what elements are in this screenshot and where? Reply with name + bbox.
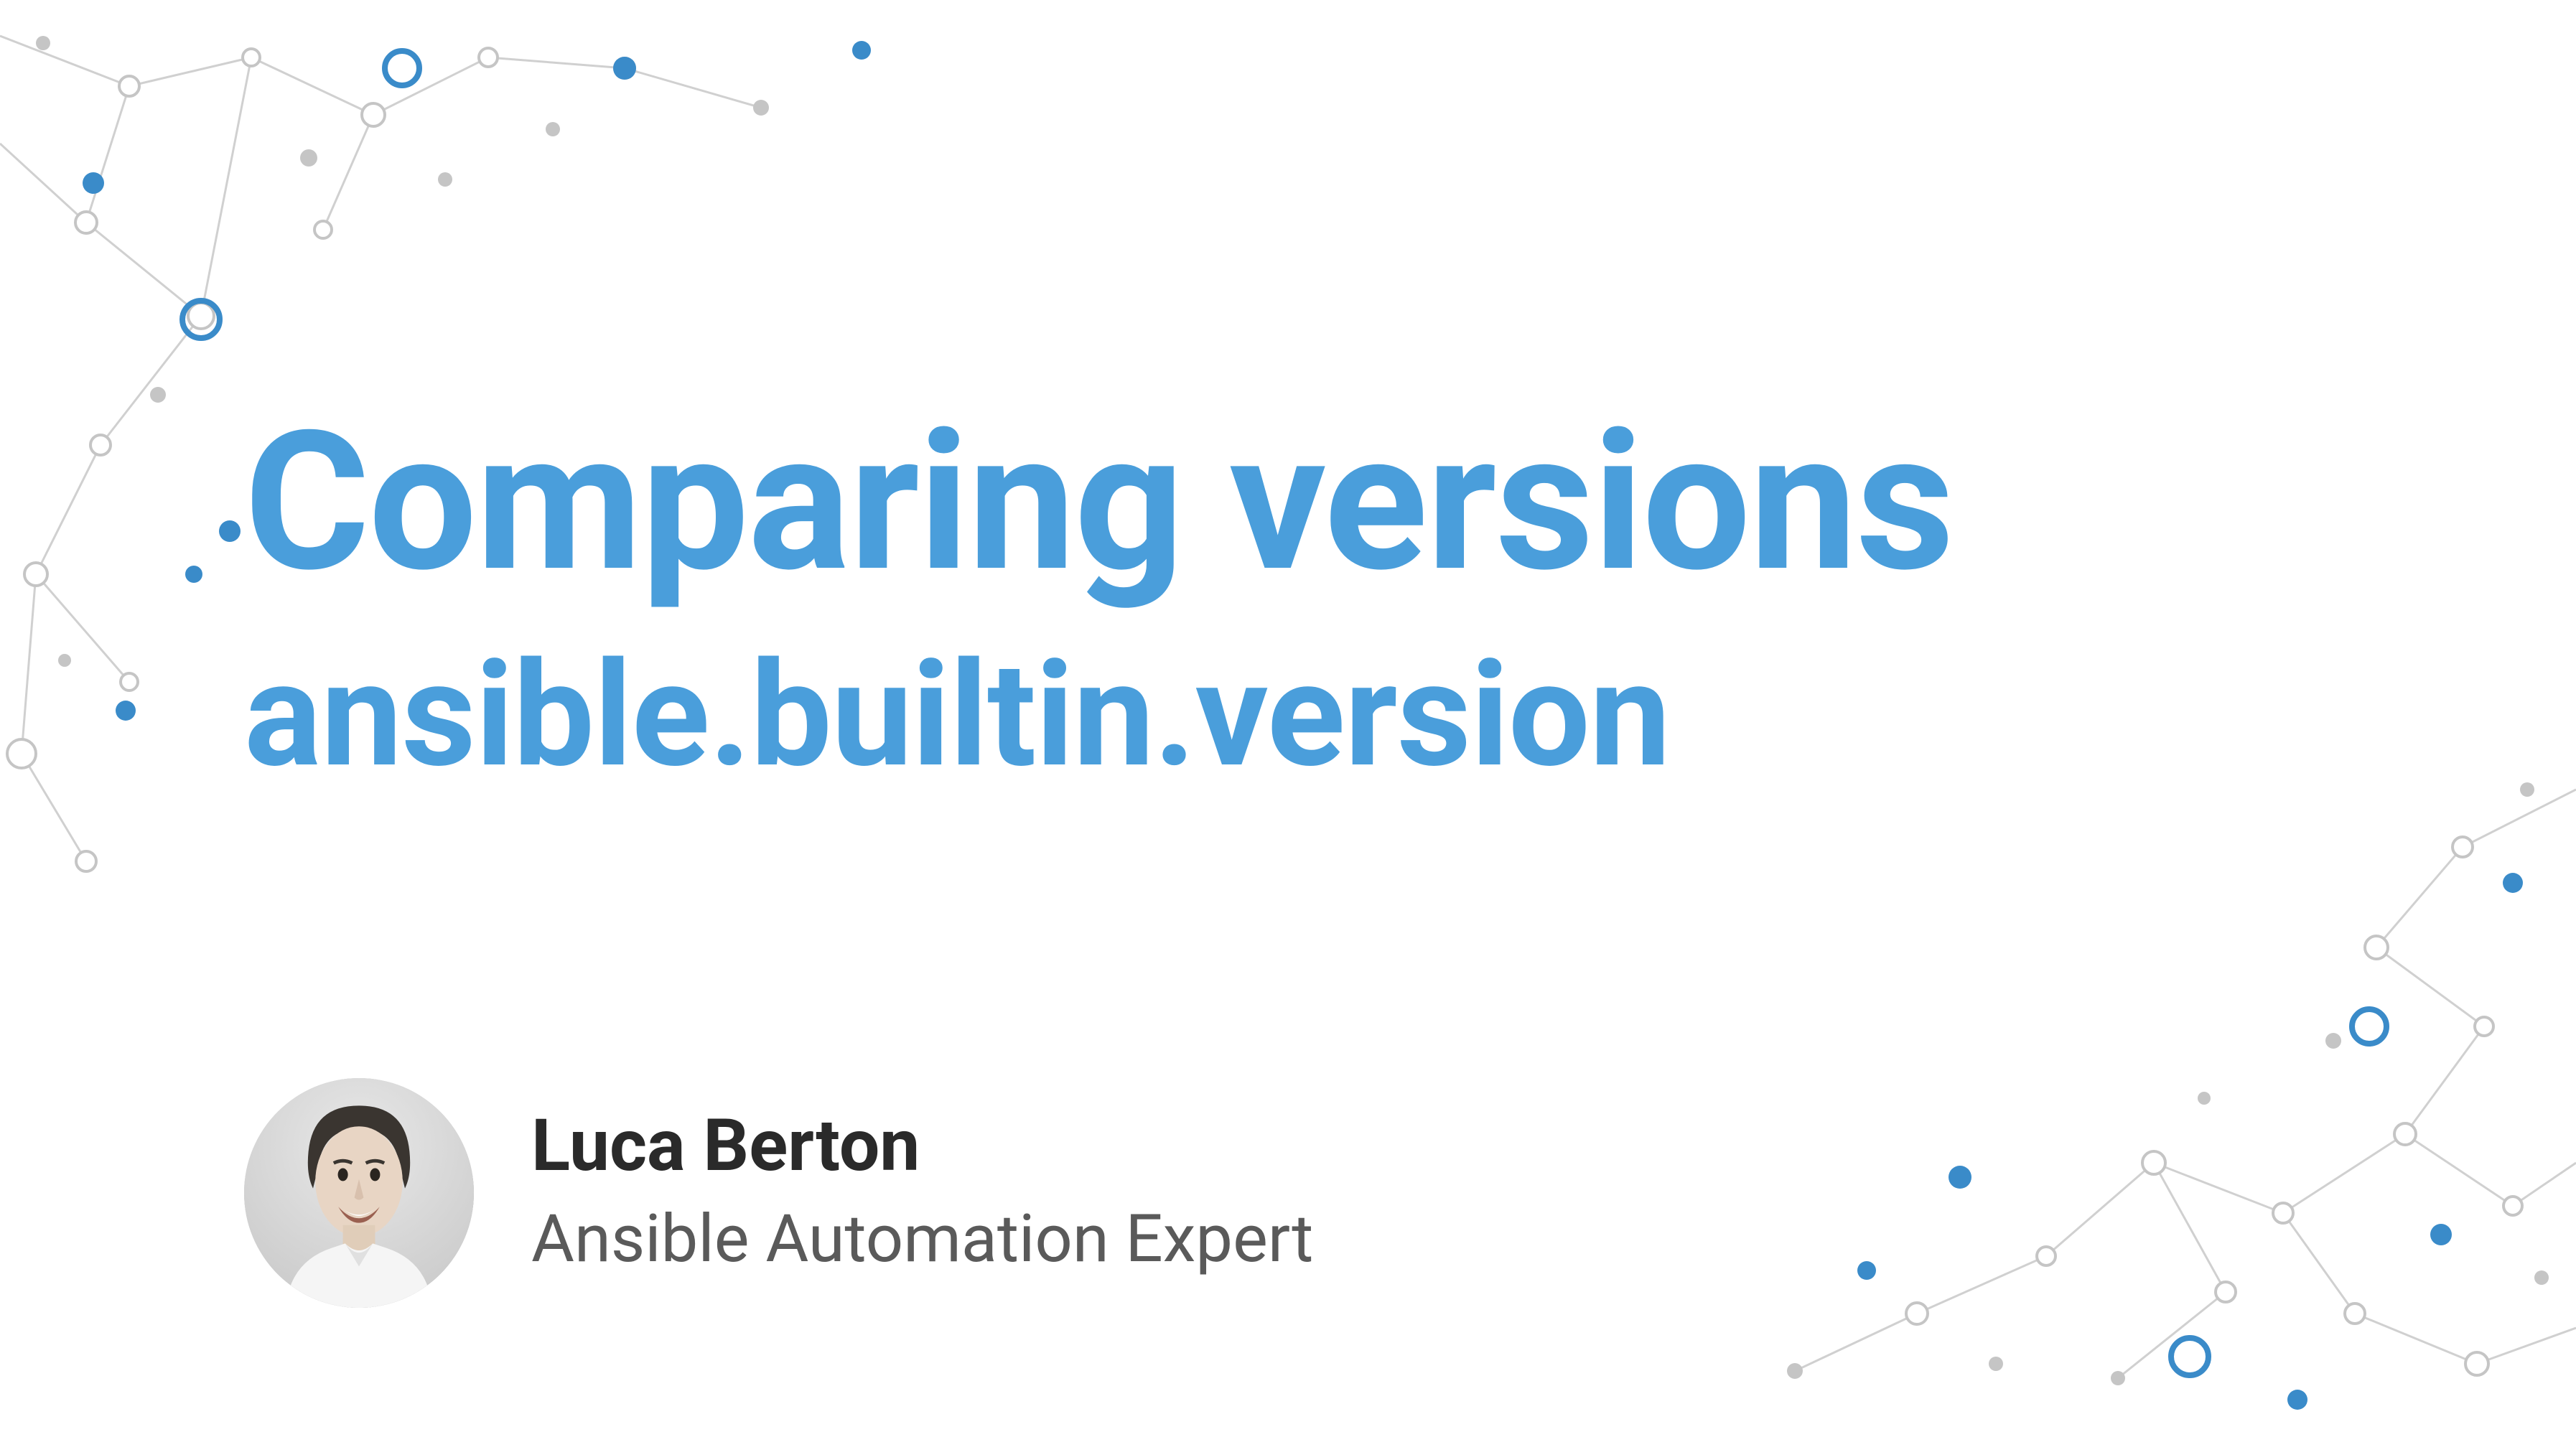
author-name: Luca Berton	[531, 1103, 1313, 1189]
author-info: Luca Berton Ansible Automation Expert	[531, 1103, 1313, 1283]
slide-content: Comparing versions ansible.builtin.versi…	[244, 402, 2254, 800]
slide-subtitle: ansible.builtin.version	[244, 632, 2254, 799]
author-avatar	[244, 1078, 474, 1308]
author-section: Luca Berton Ansible Automation Expert	[244, 1078, 1313, 1308]
slide-title: Comparing versions	[244, 402, 2254, 604]
author-title: Ansible Automation Expert	[531, 1197, 1313, 1283]
